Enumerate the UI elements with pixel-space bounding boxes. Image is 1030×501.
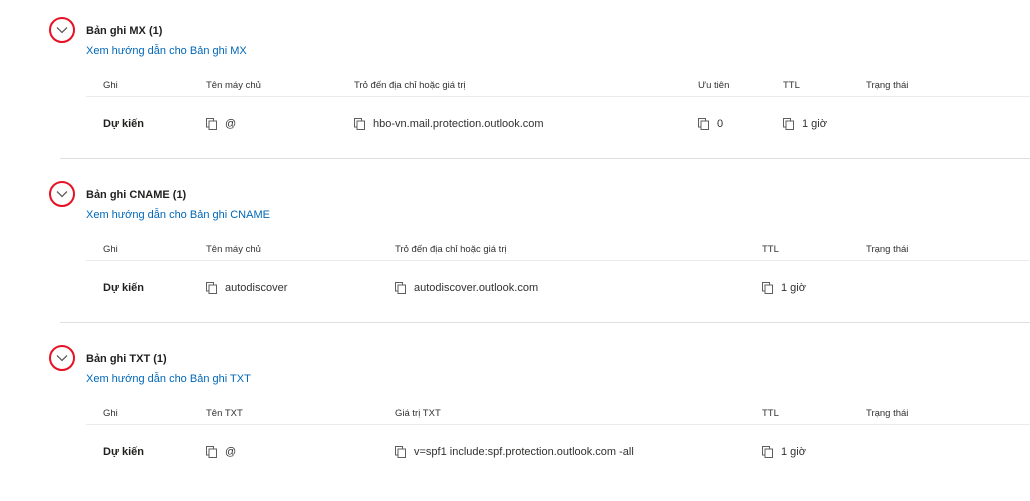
col-header-status: Trạng thái: [866, 244, 909, 255]
cname-value-cell: autodiscover.outlook.com: [395, 282, 538, 294]
col-header-record: Ghi: [103, 80, 118, 91]
cname-host-value: autodiscover: [225, 282, 288, 294]
col-header-record: Ghi: [103, 244, 118, 255]
col-header-value: Trỏ đến địa chỉ hoặc giá trị: [354, 80, 466, 91]
cname-ttl-value: 1 giờ: [781, 282, 806, 294]
copy-icon[interactable]: [206, 282, 217, 294]
col-header-ttl: TTL: [762, 408, 779, 419]
copy-icon[interactable]: [762, 446, 773, 458]
mx-ttl-value: 1 giờ: [802, 118, 827, 130]
col-header-status: Trạng thái: [866, 408, 909, 419]
txt-collapse-toggle[interactable]: [49, 345, 75, 371]
chevron-down-icon: [56, 191, 68, 198]
chevron-down-icon: [56, 27, 68, 34]
cname-collapse-toggle[interactable]: [49, 181, 75, 207]
copy-icon[interactable]: [762, 282, 773, 294]
cname-ttl-cell: 1 giờ: [762, 282, 806, 294]
copy-icon[interactable]: [395, 446, 406, 458]
col-header-txt-name: Tên TXT: [206, 408, 243, 419]
txt-record-value: v=spf1 include:spf.protection.outlook.co…: [414, 446, 634, 458]
txt-guide-link[interactable]: Xem hướng dẫn cho Bản ghi TXT: [86, 373, 251, 385]
header-divider: [86, 260, 1030, 261]
cname-points-to-value: autodiscover.outlook.com: [414, 282, 539, 294]
txt-ttl-cell: 1 giờ: [762, 446, 806, 458]
row-label: Dự kiến: [103, 446, 144, 458]
row-label: Dự kiến: [103, 282, 144, 294]
section-divider: [60, 322, 1030, 323]
col-header-priority: Ưu tiên: [698, 80, 730, 91]
copy-icon[interactable]: [395, 282, 406, 294]
col-header-ttl: TTL: [783, 80, 800, 91]
txt-name-value: @: [225, 446, 237, 458]
col-header-status: Trạng thái: [866, 80, 909, 91]
txt-ttl-value: 1 giờ: [781, 446, 806, 458]
mx-ttl-cell: 1 giờ: [783, 118, 827, 130]
txt-name-cell: @: [206, 446, 236, 458]
section-title: Bản ghi TXT (1): [86, 353, 167, 365]
header-divider: [86, 96, 1030, 97]
col-header-ttl: TTL: [762, 244, 779, 255]
copy-icon[interactable]: [206, 118, 217, 130]
col-header-record: Ghi: [103, 408, 118, 419]
copy-icon[interactable]: [698, 118, 709, 130]
copy-icon[interactable]: [354, 118, 365, 130]
col-header-txt-value: Giá trị TXT: [395, 408, 441, 419]
mx-points-to-value: hbo-vn.mail.protection.outlook.com: [373, 118, 544, 130]
mx-host-cell: @: [206, 118, 236, 130]
copy-icon[interactable]: [783, 118, 794, 130]
section-title: Bản ghi CNAME (1): [86, 189, 187, 201]
txt-value-cell: v=spf1 include:spf.protection.outlook.co…: [395, 446, 634, 458]
section-divider: [60, 158, 1030, 159]
mx-priority-value: 0: [717, 118, 724, 130]
mx-guide-link[interactable]: Xem hướng dẫn cho Bản ghi MX: [86, 45, 247, 57]
mx-priority-cell: 0: [698, 118, 723, 130]
row-label: Dự kiến: [103, 118, 144, 130]
mx-collapse-toggle[interactable]: [49, 17, 75, 43]
col-header-hostname: Tên máy chủ: [206, 80, 261, 91]
chevron-down-icon: [56, 355, 68, 362]
header-divider: [86, 424, 1030, 425]
cname-host-cell: autodiscover: [206, 282, 287, 294]
cname-guide-link[interactable]: Xem hướng dẫn cho Bản ghi CNAME: [86, 209, 270, 221]
col-header-hostname: Tên máy chủ: [206, 244, 261, 255]
col-header-value: Trỏ đến địa chỉ hoặc giá trị: [395, 244, 507, 255]
section-title: Bản ghi MX (1): [86, 25, 163, 37]
mx-value-cell: hbo-vn.mail.protection.outlook.com: [354, 118, 544, 130]
mx-host-value: @: [225, 118, 237, 130]
copy-icon[interactable]: [206, 446, 217, 458]
